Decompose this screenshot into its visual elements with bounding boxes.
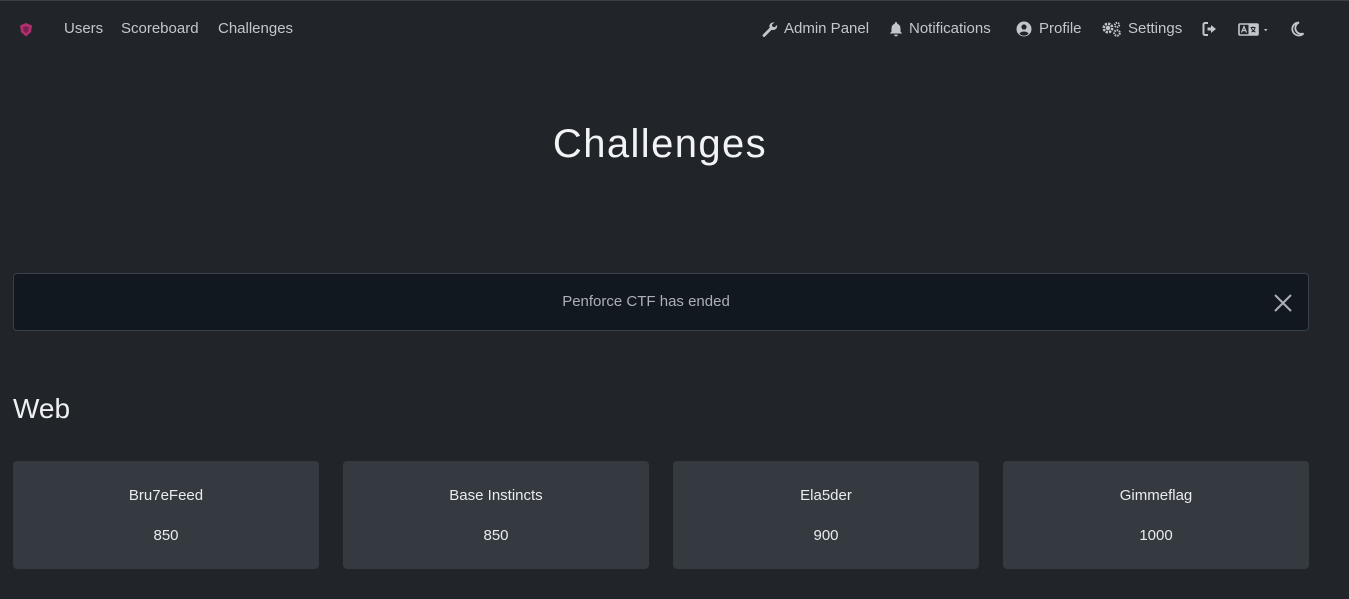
challenge-name: Bru7eFeed [128, 487, 204, 504]
user-circle-icon [1015, 20, 1033, 38]
alert-text: Penforce CTF has ended [562, 293, 730, 310]
challenge-name: Gimmeflag [1119, 487, 1193, 504]
bell-icon [887, 20, 905, 38]
alert-banner: Penforce CTF has ended [13, 273, 1309, 331]
challenge-value: 850 [483, 527, 509, 544]
challenge-value: 850 [153, 527, 179, 544]
brand-logo-icon[interactable] [17, 21, 35, 39]
nav-settings[interactable]: Settings [1128, 20, 1182, 38]
challenge-name: Ela5der [800, 487, 852, 504]
nav-users[interactable]: Users [64, 20, 103, 38]
challenge-value: 1000 [1139, 527, 1173, 544]
close-icon[interactable] [1272, 292, 1294, 314]
challenge-card[interactable]: Base Instincts 850 [343, 461, 649, 569]
challenge-card[interactable]: Ela5der 900 [673, 461, 979, 569]
sign-out-icon[interactable] [1201, 20, 1219, 38]
nav-challenges[interactable]: Challenges [218, 20, 293, 38]
nav-scoreboard[interactable]: Scoreboard [121, 20, 199, 38]
challenge-card[interactable]: Gimmeflag 1000 [1003, 461, 1309, 569]
moon-icon[interactable] [1288, 20, 1306, 38]
category-title: Web [13, 393, 71, 424]
nav-notifications[interactable]: Notifications [909, 20, 991, 38]
nav-admin-panel[interactable]: Admin Panel [784, 20, 869, 38]
cogs-icon [1101, 20, 1123, 38]
challenge-value: 900 [813, 527, 839, 544]
nav-profile[interactable]: Profile [1039, 20, 1082, 38]
challenge-card[interactable]: Bru7eFeed 850 [13, 461, 319, 569]
page-title: Challenges [552, 122, 768, 166]
challenge-name: Base Instincts [449, 487, 543, 504]
navbar: Users Scoreboard Challenges Admin Panel … [0, 0, 1349, 58]
language-icon[interactable] [1238, 20, 1272, 38]
wrench-icon [760, 20, 778, 38]
